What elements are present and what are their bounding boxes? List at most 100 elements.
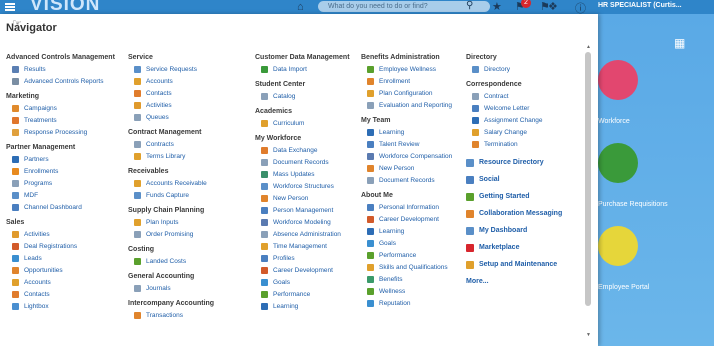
nav-link-lightbox[interactable]: Lightbox	[12, 300, 115, 312]
nav-link-personal-information[interactable]: Personal Information	[367, 201, 452, 213]
nav-link-campaigns[interactable]: Campaigns	[12, 102, 115, 114]
nav-link-learning[interactable]: Learning	[367, 126, 452, 138]
nav-link-benefits[interactable]: Benefits	[367, 273, 452, 285]
nav-link-results[interactable]: Results	[12, 63, 115, 75]
nav-link-catalog[interactable]: Catalog	[261, 90, 350, 102]
nav-link-time-management[interactable]: Time Management	[261, 240, 350, 252]
nav-link-opportunities[interactable]: Opportunities	[12, 264, 115, 276]
nav-link-document-records[interactable]: Document Records	[261, 156, 350, 168]
nav-link-channel-dashboard[interactable]: Channel Dashboard	[12, 201, 115, 213]
nav-link-goals[interactable]: Goals	[261, 276, 350, 288]
nav-link-data-exchange[interactable]: Data Exchange	[261, 144, 350, 156]
search-input[interactable]: What do you need to do or find?	[318, 1, 490, 12]
scrollbar[interactable]	[585, 52, 591, 306]
nav-link-accounts[interactable]: Accounts	[12, 276, 115, 288]
nav-link-resource-directory[interactable]: Resource Directory	[466, 154, 562, 171]
nav-link-terms-library[interactable]: Terms Library	[134, 150, 214, 162]
nav-link-collaboration-messaging[interactable]: Collaboration Messaging	[466, 205, 562, 222]
nav-link-response-processing[interactable]: Response Processing	[12, 126, 115, 138]
nav-link-employee-wellness[interactable]: Employee Wellness	[367, 63, 452, 75]
nav-link-profiles[interactable]: Profiles	[261, 252, 350, 264]
nav-link-setup-and-maintenance[interactable]: Setup and Maintenance	[466, 256, 562, 273]
accessibility-icon[interactable]: ❖	[548, 0, 558, 13]
nav-link-service-requests[interactable]: Service Requests	[134, 63, 214, 75]
nav-link-person-management[interactable]: Person Management	[261, 204, 350, 216]
nav-link-funds-capture[interactable]: Funds Capture	[134, 189, 214, 201]
favorites-star-icon[interactable]: ★	[492, 0, 502, 13]
nav-link-career-development[interactable]: Career Development	[367, 213, 452, 225]
springboard-tile-workforce[interactable]	[598, 60, 638, 100]
evaluation-and-reporting-icon	[367, 101, 374, 109]
nav-link-leads[interactable]: Leads	[12, 252, 115, 264]
nav-link-directory[interactable]: Directory	[472, 63, 562, 75]
nav-link-contacts[interactable]: Contacts	[134, 87, 214, 99]
notification-badge[interactable]: 2	[521, 0, 531, 8]
nav-link-document-records[interactable]: Document Records	[367, 174, 452, 186]
user-menu[interactable]: HR SPECIALIST (Curtis...	[598, 2, 682, 9]
nav-link-learning[interactable]: Learning	[261, 300, 350, 312]
nav-link-treatments[interactable]: Treatments	[12, 114, 115, 126]
nav-link-absence-administration[interactable]: Absence Administration	[261, 228, 350, 240]
nav-link-workforce-modeling[interactable]: Workforce Modeling	[261, 216, 350, 228]
nav-link-partners[interactable]: Partners	[12, 153, 115, 165]
home-icon[interactable]: ⌂	[297, 1, 304, 13]
nav-link-curriculum[interactable]: Curriculum	[261, 117, 350, 129]
nav-link-contract[interactable]: Contract	[472, 90, 562, 102]
scroll-down-icon[interactable]: ▼	[586, 332, 591, 338]
nav-link-welcome-letter[interactable]: Welcome Letter	[472, 102, 562, 114]
nav-link-workforce-structures[interactable]: Workforce Structures	[261, 180, 350, 192]
group-heading-directory: Directory	[466, 54, 497, 61]
nav-link-wellness[interactable]: Wellness	[367, 285, 452, 297]
springboard-tile-purchase-requisitions[interactable]	[598, 143, 638, 183]
nav-link-salary-change[interactable]: Salary Change	[472, 126, 562, 138]
nav-link-landed-costs[interactable]: Landed Costs	[134, 255, 214, 267]
nav-link-mass-updates[interactable]: Mass Updates	[261, 168, 350, 180]
nav-link-enrollments[interactable]: Enrollments	[12, 165, 115, 177]
scroll-up-icon[interactable]: ▲	[586, 44, 591, 50]
nav-link-workforce-compensation[interactable]: Workforce Compensation	[367, 150, 452, 162]
nav-link-new-person[interactable]: New Person	[261, 192, 350, 204]
nav-link-accounts[interactable]: Accounts	[134, 75, 214, 87]
nav-link-my-dashboard[interactable]: My Dashboard	[466, 222, 562, 239]
springboard-toggle-icon[interactable]: ▦	[674, 36, 685, 50]
nav-link-career-development[interactable]: Career Development	[261, 264, 350, 276]
nav-link-enrollment[interactable]: Enrollment	[367, 75, 452, 87]
nav-link-advanced-controls-reports[interactable]: Advanced Controls Reports	[12, 75, 115, 87]
nav-link-more[interactable]: More...	[466, 273, 562, 290]
nav-link-activities[interactable]: Activities	[12, 228, 115, 240]
nav-link-deal-registrations[interactable]: Deal Registrations	[12, 240, 115, 252]
springboard-tile-employee-portal[interactable]	[598, 226, 638, 266]
nav-link-goals[interactable]: Goals	[367, 237, 452, 249]
nav-link-evaluation-and-reporting[interactable]: Evaluation and Reporting	[367, 99, 452, 111]
nav-link-learning[interactable]: Learning	[367, 225, 452, 237]
nav-link-social[interactable]: Social	[466, 171, 562, 188]
nav-link-skills-and-qualifications[interactable]: Skills and Qualifications	[367, 261, 452, 273]
nav-link-assignment-change[interactable]: Assignment Change	[472, 114, 562, 126]
terms-library-icon	[134, 152, 141, 160]
nav-link-marketplace[interactable]: Marketplace	[466, 239, 562, 256]
nav-link-contracts[interactable]: Contracts	[134, 138, 214, 150]
search-icon[interactable]: ⚲	[466, 0, 473, 11]
nav-link-termination[interactable]: Termination	[472, 138, 562, 150]
nav-link-accounts-receivable[interactable]: Accounts Receivable	[134, 177, 214, 189]
nav-link-order-promising[interactable]: Order Promising	[134, 228, 214, 240]
nav-link-label: Activities	[24, 230, 50, 238]
nav-link-plan-inputs[interactable]: Plan Inputs	[134, 216, 214, 228]
nav-link-activities[interactable]: Activities	[134, 99, 214, 111]
nav-link-plan-configuration[interactable]: Plan Configuration	[367, 87, 452, 99]
menu-icon[interactable]	[5, 3, 15, 11]
nav-link-performance[interactable]: Performance	[367, 249, 452, 261]
nav-link-performance[interactable]: Performance	[261, 288, 350, 300]
nav-link-reputation[interactable]: Reputation	[367, 297, 452, 309]
nav-link-programs[interactable]: Programs	[12, 177, 115, 189]
nav-link-talent-review[interactable]: Talent Review	[367, 138, 452, 150]
nav-link-transactions[interactable]: Transactions	[134, 309, 214, 321]
nav-link-queues[interactable]: Queues	[134, 111, 214, 123]
nav-link-data-import[interactable]: Data Import	[261, 63, 350, 75]
nav-link-new-person[interactable]: New Person	[367, 162, 452, 174]
nav-link-mdf[interactable]: MDF	[12, 189, 115, 201]
nav-link-getting-started[interactable]: Getting Started	[466, 188, 562, 205]
nav-link-contacts[interactable]: Contacts	[12, 288, 115, 300]
nav-link-journals[interactable]: Journals	[134, 282, 214, 294]
